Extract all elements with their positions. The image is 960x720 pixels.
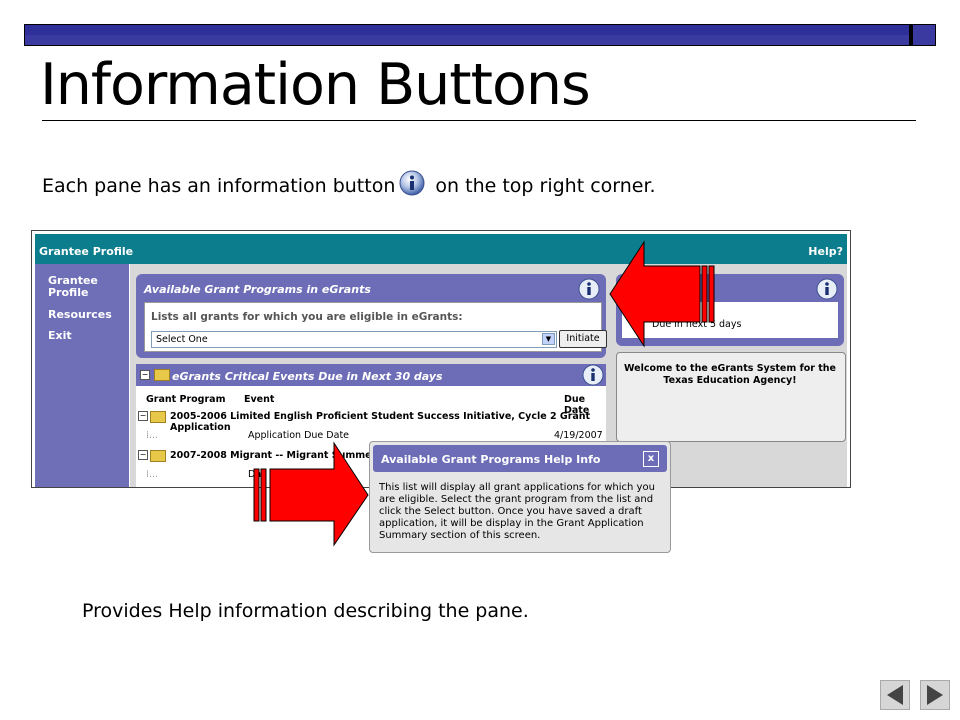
initiate-button[interactable]: Initiate bbox=[559, 330, 607, 348]
slide-top-bar bbox=[24, 24, 936, 46]
title-rule bbox=[42, 120, 916, 121]
app-header-title: Grantee Profile bbox=[39, 245, 134, 258]
help-link[interactable]: Help? bbox=[808, 245, 843, 258]
intro-text: Each pane has an information button on t… bbox=[42, 170, 656, 197]
sidebar-item-resources[interactable]: Resources bbox=[48, 308, 112, 321]
folder-icon bbox=[154, 369, 170, 381]
event-program: 2005-2006 Limited English Proficient Stu… bbox=[170, 411, 591, 433]
sidebar-item-exit[interactable]: Exit bbox=[48, 329, 72, 342]
grant-program-select[interactable]: Select One ▼ bbox=[151, 331, 557, 348]
column-event: Event bbox=[244, 394, 275, 405]
previous-slide-button[interactable] bbox=[880, 680, 910, 710]
critical-events-header: − eGrants Critical Events Due in Next 30… bbox=[136, 364, 606, 386]
chevron-down-icon[interactable]: ▼ bbox=[542, 333, 555, 345]
collapse-icon[interactable]: − bbox=[138, 411, 148, 421]
grant-program-select-value: Select One bbox=[156, 334, 208, 345]
event-date: 4/19/2007 bbox=[554, 430, 603, 441]
info-icon bbox=[399, 170, 425, 196]
event-name: Application Due Date bbox=[248, 430, 350, 441]
collapse-icon[interactable]: − bbox=[140, 370, 150, 380]
info-icon[interactable] bbox=[816, 278, 838, 300]
critical-events-title: eGrants Critical Events Due in Next 30 d… bbox=[172, 370, 443, 383]
collapse-icon[interactable]: − bbox=[138, 450, 148, 460]
help-info-popup: Available Grant Programs Help Info x Thi… bbox=[369, 441, 671, 553]
slide-title: Information Buttons bbox=[40, 52, 591, 118]
available-grants-pane: Available Grant Programs in eGrants List… bbox=[136, 274, 607, 358]
intro-before: Each pane has an information button bbox=[42, 175, 396, 197]
popup-header: Available Grant Programs Help Info x bbox=[373, 445, 667, 472]
top-bar-stripe bbox=[25, 25, 913, 35]
welcome-text: Welcome to the eGrants System for the Te… bbox=[624, 363, 836, 386]
info-icon[interactable] bbox=[578, 278, 600, 300]
next-slide-button[interactable] bbox=[920, 680, 950, 710]
close-button[interactable]: x bbox=[643, 451, 659, 467]
column-grant-program: Grant Program bbox=[146, 394, 226, 405]
sidebar-item-profile[interactable]: Profile bbox=[48, 286, 88, 299]
available-grants-body: Lists all grants for which you are eligi… bbox=[144, 302, 607, 352]
intro-after: on the top right corner. bbox=[429, 175, 656, 197]
app-header: Grantee Profile Help? bbox=[35, 234, 847, 264]
welcome-pane: Welcome to the eGrants System for the Te… bbox=[616, 352, 846, 442]
folder-icon bbox=[150, 411, 166, 423]
sidebar: Grantee Profile Resources Exit bbox=[35, 264, 129, 487]
tree-connector: ⁞... bbox=[146, 469, 159, 480]
tree-connector: ⁞... bbox=[146, 430, 159, 441]
popup-body: This list will display all grant applica… bbox=[379, 482, 655, 541]
triangle-right-icon bbox=[927, 685, 943, 705]
available-grants-title: Available Grant Programs in eGrants bbox=[144, 283, 371, 296]
top-bar-square bbox=[912, 25, 935, 45]
red-arrow-right-icon bbox=[253, 441, 369, 547]
triangle-left-icon bbox=[887, 685, 903, 705]
info-icon[interactable] bbox=[582, 364, 604, 386]
available-grants-prompt: Lists all grants for which you are eligi… bbox=[151, 311, 463, 323]
events-column-header: Grant Program Event Due Date bbox=[136, 388, 606, 416]
slide-caption: Provides Help information describing the… bbox=[82, 600, 529, 622]
popup-title: Available Grant Programs Help Info bbox=[381, 453, 601, 466]
red-arrow-left-icon bbox=[609, 240, 715, 348]
folder-icon bbox=[150, 450, 166, 462]
